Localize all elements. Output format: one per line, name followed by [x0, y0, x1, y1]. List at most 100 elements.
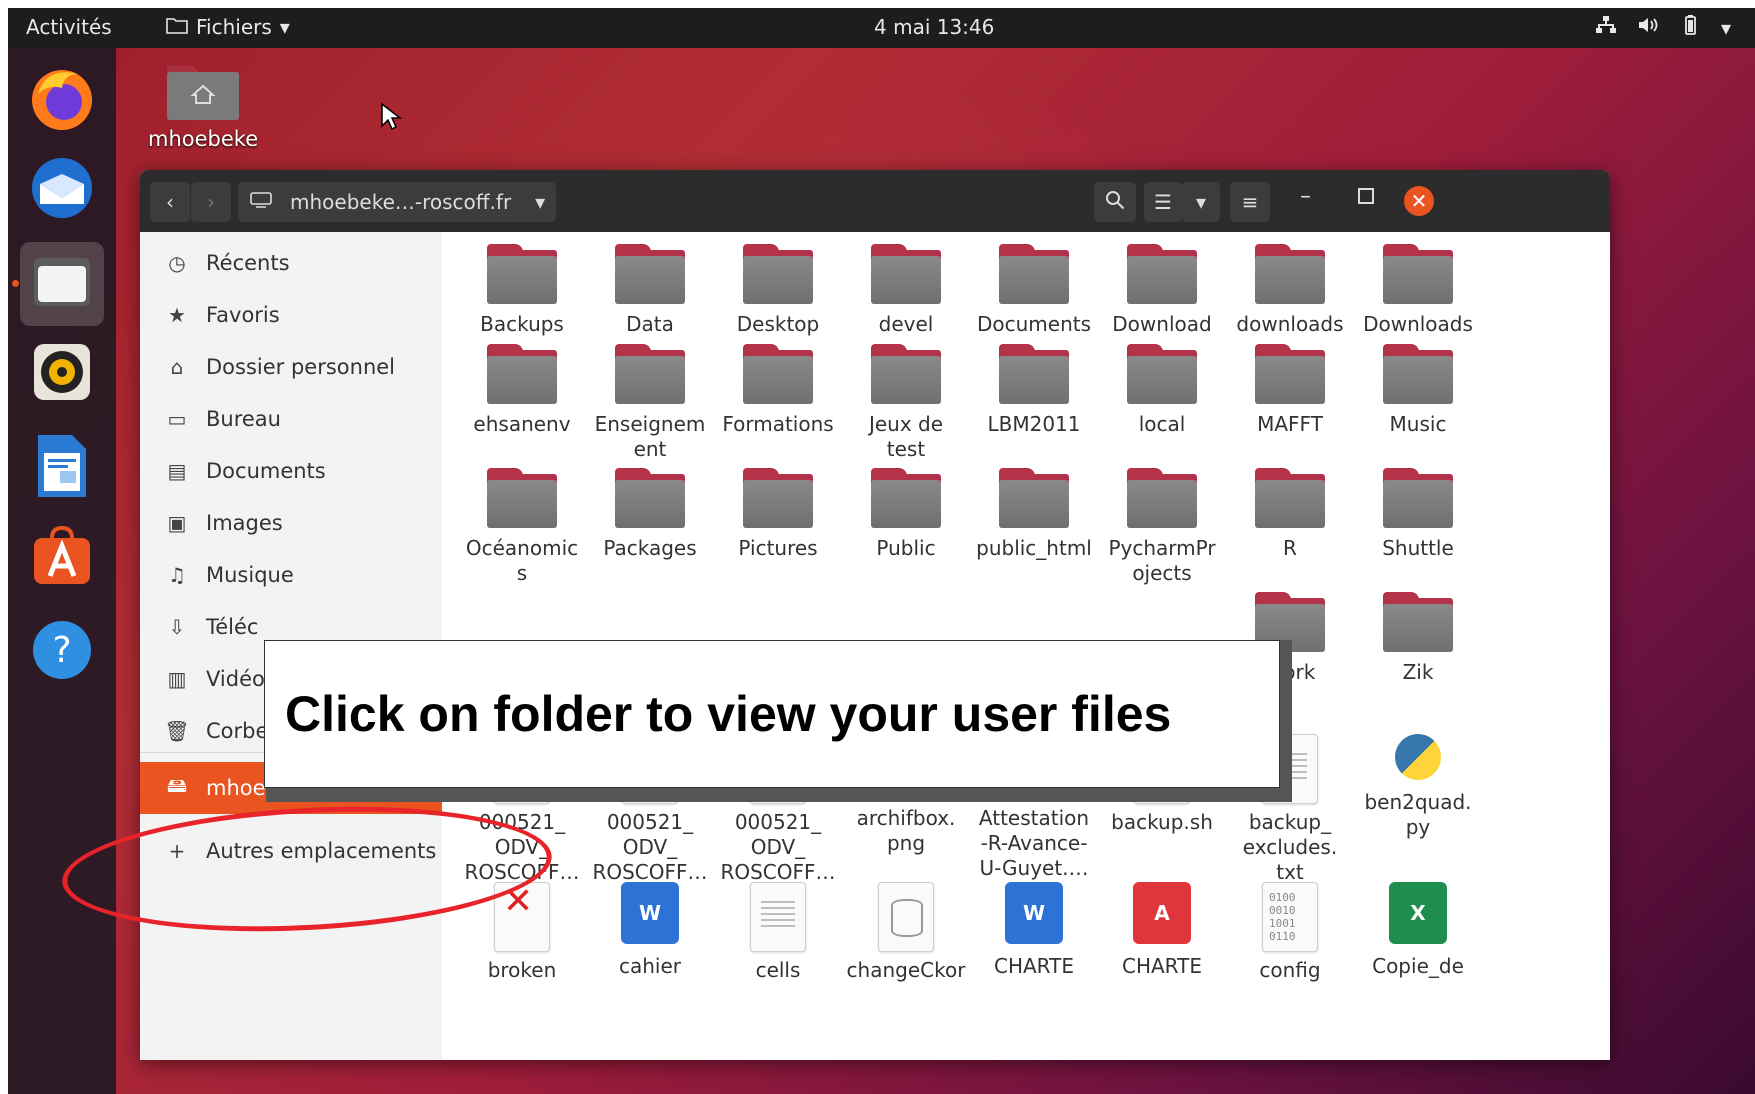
volume-icon [1637, 15, 1659, 40]
view-options-button[interactable]: ▾ [1182, 182, 1220, 222]
folder-item[interactable]: Data [580, 244, 720, 337]
folder-item[interactable]: Zik [1348, 592, 1488, 685]
help-launcher[interactable]: ? [26, 616, 98, 688]
download-icon: ⇩ [168, 615, 186, 639]
folder-item[interactable]: Desktop [708, 244, 848, 337]
folder-item[interactable]: Océanomic s [452, 468, 592, 586]
file-label: broken [487, 958, 557, 982]
sidebar-item-favorites[interactable]: ★ Favoris [140, 290, 442, 340]
sidebar-item-images[interactable]: ▣ Images [140, 498, 442, 548]
folder-item[interactable]: MAFFT [1220, 344, 1360, 437]
network-drive-icon: 🖴 [166, 773, 188, 797]
clock[interactable]: 4 mai 13:46 [874, 15, 994, 39]
back-button[interactable]: ‹ [150, 182, 190, 222]
folder-icon [615, 244, 685, 304]
system-tray[interactable]: ▾ [1595, 14, 1731, 41]
music-icon: ♫ [168, 563, 186, 587]
folder-item[interactable]: Formations [708, 344, 848, 437]
folder-item[interactable]: Downloads [1348, 244, 1488, 337]
file-label: public_html [976, 536, 1092, 560]
folder-icon [615, 344, 685, 404]
sidebar-item-recents[interactable]: ◷ Récents [140, 238, 442, 288]
search-button[interactable] [1094, 182, 1136, 222]
database-file-icon [878, 882, 934, 952]
sidebar-item-documents[interactable]: ▤ Documents [140, 446, 442, 496]
file-label: 000521_ ODV_ ROSCOFF… [592, 810, 708, 884]
chevron-left-icon: ‹ [166, 190, 174, 214]
folder-item[interactable]: Pictures [708, 468, 848, 561]
sidebar-item-label: Récents [206, 251, 290, 275]
file-item[interactable]: 0100 0010 1001 0110 config [1220, 882, 1360, 983]
folder-item[interactable]: Music [1348, 344, 1488, 437]
folder-item[interactable]: ehsanenv [452, 344, 592, 437]
close-button[interactable]: ✕ [1404, 186, 1434, 216]
files-app-icon [32, 256, 92, 312]
folder-item[interactable]: LBM2011 [964, 344, 1104, 437]
file-label: 000521_ ODV_ ROSCOFF… [464, 810, 580, 884]
writer-launcher[interactable] [26, 432, 98, 504]
menu-button[interactable]: ≡ [1230, 182, 1270, 222]
sidebar-item-label: Bureau [206, 407, 281, 431]
file-label: cells [755, 958, 801, 982]
folder-item[interactable]: Documents [964, 244, 1104, 337]
maximize-button[interactable] [1358, 188, 1374, 204]
sidebar-item-music[interactable]: ♫ Musique [140, 550, 442, 600]
folder-item[interactable]: Jeux de test [836, 344, 976, 462]
folder-item[interactable]: Public [836, 468, 976, 561]
system-menu-caret-icon: ▾ [1720, 15, 1731, 40]
app-menu[interactable]: Fichiers ▾ [166, 15, 290, 39]
python-file-icon [1395, 734, 1441, 780]
app-menu-label: Fichiers [196, 15, 272, 39]
network-icon [1595, 15, 1617, 40]
spreadsheet-file-icon: X [1389, 882, 1447, 944]
folder-item[interactable]: Packages [580, 468, 720, 561]
file-label: ben2quad. py [1364, 790, 1472, 839]
folder-item[interactable]: Download [1092, 244, 1232, 337]
file-item[interactable]: cells [708, 882, 848, 983]
folder-icon [743, 244, 813, 304]
file-label: Documents [976, 312, 1092, 336]
folder-icon [999, 344, 1069, 404]
forward-button[interactable]: › [191, 182, 231, 222]
sidebar-item-home[interactable]: ⌂ Dossier personnel [140, 342, 442, 392]
folder-item[interactable]: local [1092, 344, 1232, 437]
hamburger-icon: ≡ [1241, 190, 1259, 214]
sidebar-item-desktop[interactable]: ▭ Bureau [140, 394, 442, 444]
location-bar[interactable]: mhoebeke…-roscoff.fr ▾ [238, 182, 556, 222]
file-item[interactable]: ben2quad. py [1348, 734, 1488, 840]
file-item[interactable]: Wcahier [580, 882, 720, 979]
file-label: Download [1112, 312, 1212, 336]
folder-item[interactable]: PycharmPr ojects [1092, 468, 1232, 586]
file-item[interactable]: changeCkor [836, 882, 976, 983]
firefox-launcher[interactable] [26, 64, 98, 136]
files-launcher[interactable] [20, 242, 104, 326]
folder-icon [166, 15, 188, 39]
folder-item[interactable]: devel [836, 244, 976, 337]
minimize-button[interactable]: – [1300, 184, 1311, 209]
folder-item[interactable]: Enseignem ent [580, 344, 720, 462]
folder-item[interactable]: R [1220, 468, 1360, 561]
location-dropdown-icon[interactable]: ▾ [535, 190, 545, 214]
file-item[interactable]: A CHARTE [1092, 882, 1232, 979]
folder-item[interactable]: public_html [964, 468, 1104, 561]
file-label: Océanomic s [465, 536, 579, 585]
sidebar-item-other-locations[interactable]: + Autres emplacements [140, 826, 442, 876]
folder-icon [1255, 468, 1325, 528]
rhythmbox-launcher[interactable] [26, 338, 98, 410]
view-list-button[interactable]: ☰ [1144, 182, 1182, 222]
folder-item[interactable]: Shuttle [1348, 468, 1488, 561]
file-item[interactable]: ✕ broken [452, 882, 592, 983]
thunderbird-launcher[interactable] [26, 154, 98, 226]
activities-button[interactable]: Activités [26, 15, 112, 39]
file-item[interactable]: W CHARTE [964, 882, 1104, 979]
desktop-home-folder[interactable]: mhoebeke [148, 60, 258, 151]
software-launcher[interactable] [26, 522, 98, 594]
file-label: local [1138, 412, 1186, 436]
folder-item[interactable]: downloads [1220, 244, 1360, 337]
search-icon [1105, 190, 1125, 215]
folder-icon [999, 244, 1069, 304]
broken-link-icon: ✕ [494, 882, 550, 952]
file-item[interactable]: X Copie_de [1348, 882, 1488, 979]
folder-item[interactable]: Backups [452, 244, 592, 337]
image-icon: ▣ [167, 511, 187, 535]
